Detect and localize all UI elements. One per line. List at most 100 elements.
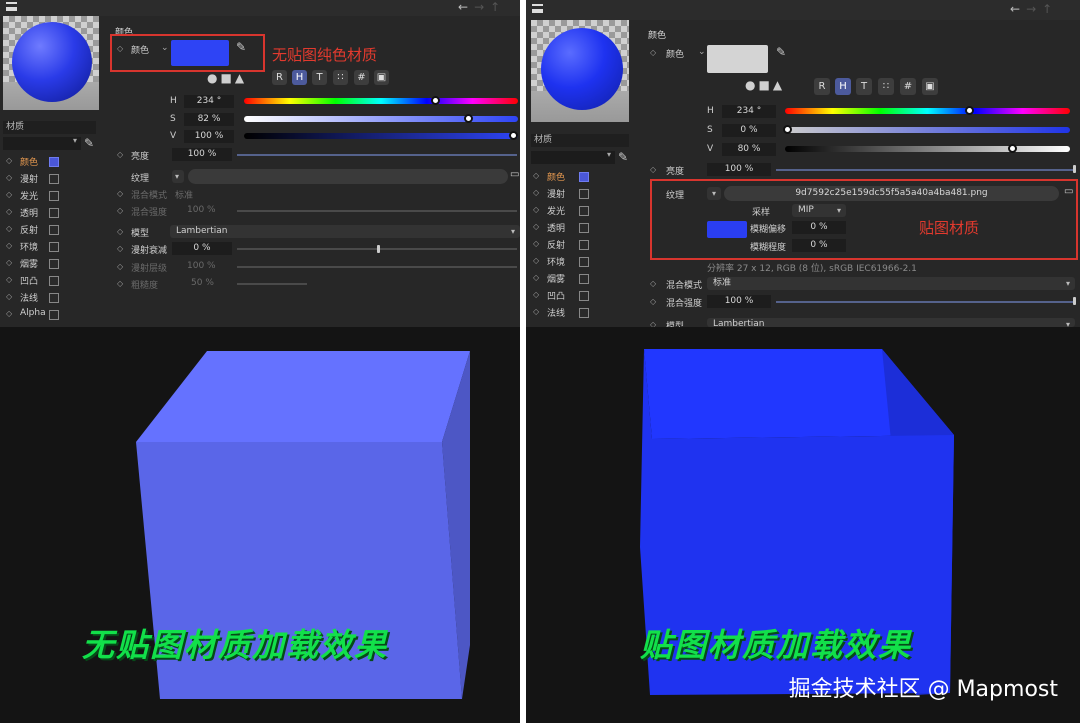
material-preview[interactable] (3, 16, 99, 110)
square-icon[interactable]: ■ (758, 78, 769, 92)
channel-checkbox[interactable] (49, 157, 59, 167)
blend-strength-slider[interactable] (237, 210, 517, 212)
channel-checkbox[interactable] (579, 189, 589, 199)
diffuse-falloff-thumb[interactable] (377, 245, 380, 253)
channel-checkbox[interactable] (49, 259, 59, 269)
texture-path-field[interactable] (188, 169, 508, 184)
mode-h-button[interactable]: H (292, 70, 307, 85)
channel-checkbox[interactable] (579, 291, 589, 301)
channel-item[interactable]: ◇ 环境 (533, 254, 603, 270)
channel-checkbox[interactable] (579, 257, 589, 267)
material-select[interactable] (3, 136, 81, 150)
forward-arrow-icon[interactable]: → (474, 0, 490, 14)
brightness-value[interactable]: 100 % (172, 148, 232, 161)
eyedropper-icon[interactable]: ✎ (776, 45, 786, 59)
channel-item[interactable]: ◇ 反射 (533, 237, 603, 253)
channel-checkbox[interactable] (49, 276, 59, 286)
value-knob[interactable] (1008, 144, 1017, 153)
forward-arrow-icon[interactable]: → (1026, 2, 1042, 16)
mode-t-button[interactable]: T (856, 78, 872, 95)
channel-item[interactable]: ◇ 凹凸 (533, 288, 603, 304)
folder-icon[interactable]: ▭ (510, 169, 519, 180)
saturation-knob[interactable] (463, 114, 473, 123)
mode-dots-button[interactable]: ∷ (878, 78, 894, 95)
saturation-slider[interactable] (785, 127, 1070, 133)
mode-t-button[interactable]: T (312, 70, 327, 85)
h-value[interactable]: 234 ° (722, 105, 776, 118)
mountain-icon[interactable]: ▲ (235, 71, 244, 85)
channel-checkbox[interactable] (579, 206, 589, 216)
channel-item[interactable]: ◇ 发光 (6, 188, 76, 204)
v-value[interactable]: 100 % (184, 130, 234, 143)
blend-strength-slider[interactable] (776, 301, 1076, 303)
brightness-value[interactable]: 100 % (707, 163, 771, 176)
mode-dots-button[interactable]: ∷ (333, 70, 348, 85)
channel-checkbox[interactable] (49, 310, 59, 320)
diffuse-level-slider[interactable] (237, 266, 517, 268)
channel-item[interactable]: ◇ 颜色 (533, 169, 603, 185)
channel-item[interactable]: ◇ 发光 (533, 203, 603, 219)
brightness-slider[interactable] (237, 154, 517, 156)
channel-item[interactable]: ◇ 颜色 (6, 154, 76, 170)
mode-hash-button[interactable]: # (354, 70, 369, 85)
channel-checkbox[interactable] (49, 191, 59, 201)
channel-checkbox[interactable] (49, 208, 59, 218)
s-value[interactable]: 82 % (184, 113, 234, 126)
channel-checkbox[interactable] (49, 225, 59, 235)
channel-checkbox[interactable] (579, 240, 589, 250)
channel-item[interactable]: ◇ 透明 (533, 220, 603, 236)
material-preview[interactable] (531, 20, 629, 122)
channel-item[interactable]: ◇ 烟雾 (6, 256, 76, 272)
channel-item[interactable]: ◇ 透明 (6, 205, 76, 221)
texture-menu-button[interactable] (172, 170, 184, 183)
up-arrow-icon[interactable]: ↑ (1042, 2, 1058, 16)
channel-checkbox[interactable] (579, 308, 589, 318)
blend-strength-thumb[interactable] (1073, 297, 1076, 305)
model-dropdown[interactable]: Lambertian (170, 225, 520, 238)
mode-grid-button[interactable]: ▣ (374, 70, 389, 85)
hue-slider[interactable] (785, 108, 1070, 114)
h-value[interactable]: 234 ° (184, 95, 234, 108)
mode-hash-button[interactable]: # (900, 78, 916, 95)
channel-checkbox[interactable] (579, 223, 589, 233)
channel-item[interactable]: ◇ Alpha (6, 307, 76, 323)
back-arrow-icon[interactable]: ← (1010, 2, 1026, 16)
mode-r-button[interactable]: R (272, 70, 287, 85)
value-knob[interactable] (509, 131, 518, 140)
menu-icon[interactable] (532, 4, 543, 13)
channel-item[interactable]: ◇ 凹凸 (6, 273, 76, 289)
channel-checkbox[interactable] (579, 274, 589, 284)
channel-item[interactable]: ◇ 烟雾 (533, 271, 603, 287)
channel-checkbox[interactable] (579, 172, 589, 182)
saturation-knob[interactable] (783, 125, 792, 134)
channel-checkbox[interactable] (49, 174, 59, 184)
hue-knob[interactable] (430, 96, 440, 105)
s-value[interactable]: 0 % (722, 124, 776, 137)
up-arrow-icon[interactable]: ↑ (490, 0, 506, 14)
mode-h-button[interactable]: H (835, 78, 851, 95)
diffuse-falloff-value[interactable]: 0 % (172, 242, 232, 255)
blend-mode-dropdown[interactable]: 标准 (707, 277, 1075, 290)
hue-slider[interactable] (244, 98, 518, 104)
mode-grid-button[interactable]: ▣ (922, 78, 938, 95)
square-icon[interactable]: ■ (220, 71, 231, 85)
eyedropper-icon[interactable]: ✎ (84, 136, 94, 150)
channel-item[interactable]: ◇ 反射 (6, 222, 76, 238)
channel-item[interactable]: ◇ 漫射 (6, 171, 76, 187)
channel-checkbox[interactable] (49, 293, 59, 303)
channel-item[interactable]: ◇ 漫射 (533, 186, 603, 202)
color-swatch[interactable] (707, 45, 768, 73)
brightness-slider[interactable] (776, 169, 1076, 171)
mountain-icon[interactable]: ▲ (773, 78, 782, 92)
left-3d-viewport[interactable]: 无贴图材质加载效果 (0, 327, 520, 723)
eyedropper-icon[interactable]: ✎ (618, 150, 628, 164)
channel-checkbox[interactable] (49, 242, 59, 252)
right-3d-viewport[interactable]: 贴图材质加载效果 (526, 327, 1080, 723)
channel-item[interactable]: ◇ 环境 (6, 239, 76, 255)
circle-icon[interactable]: ● (207, 71, 217, 85)
v-value[interactable]: 80 % (722, 143, 776, 156)
brightness-thumb[interactable] (1073, 165, 1076, 173)
circle-icon[interactable]: ● (745, 78, 755, 92)
value-slider[interactable] (244, 133, 518, 139)
channel-item[interactable]: ◇ 法线 (6, 290, 76, 306)
